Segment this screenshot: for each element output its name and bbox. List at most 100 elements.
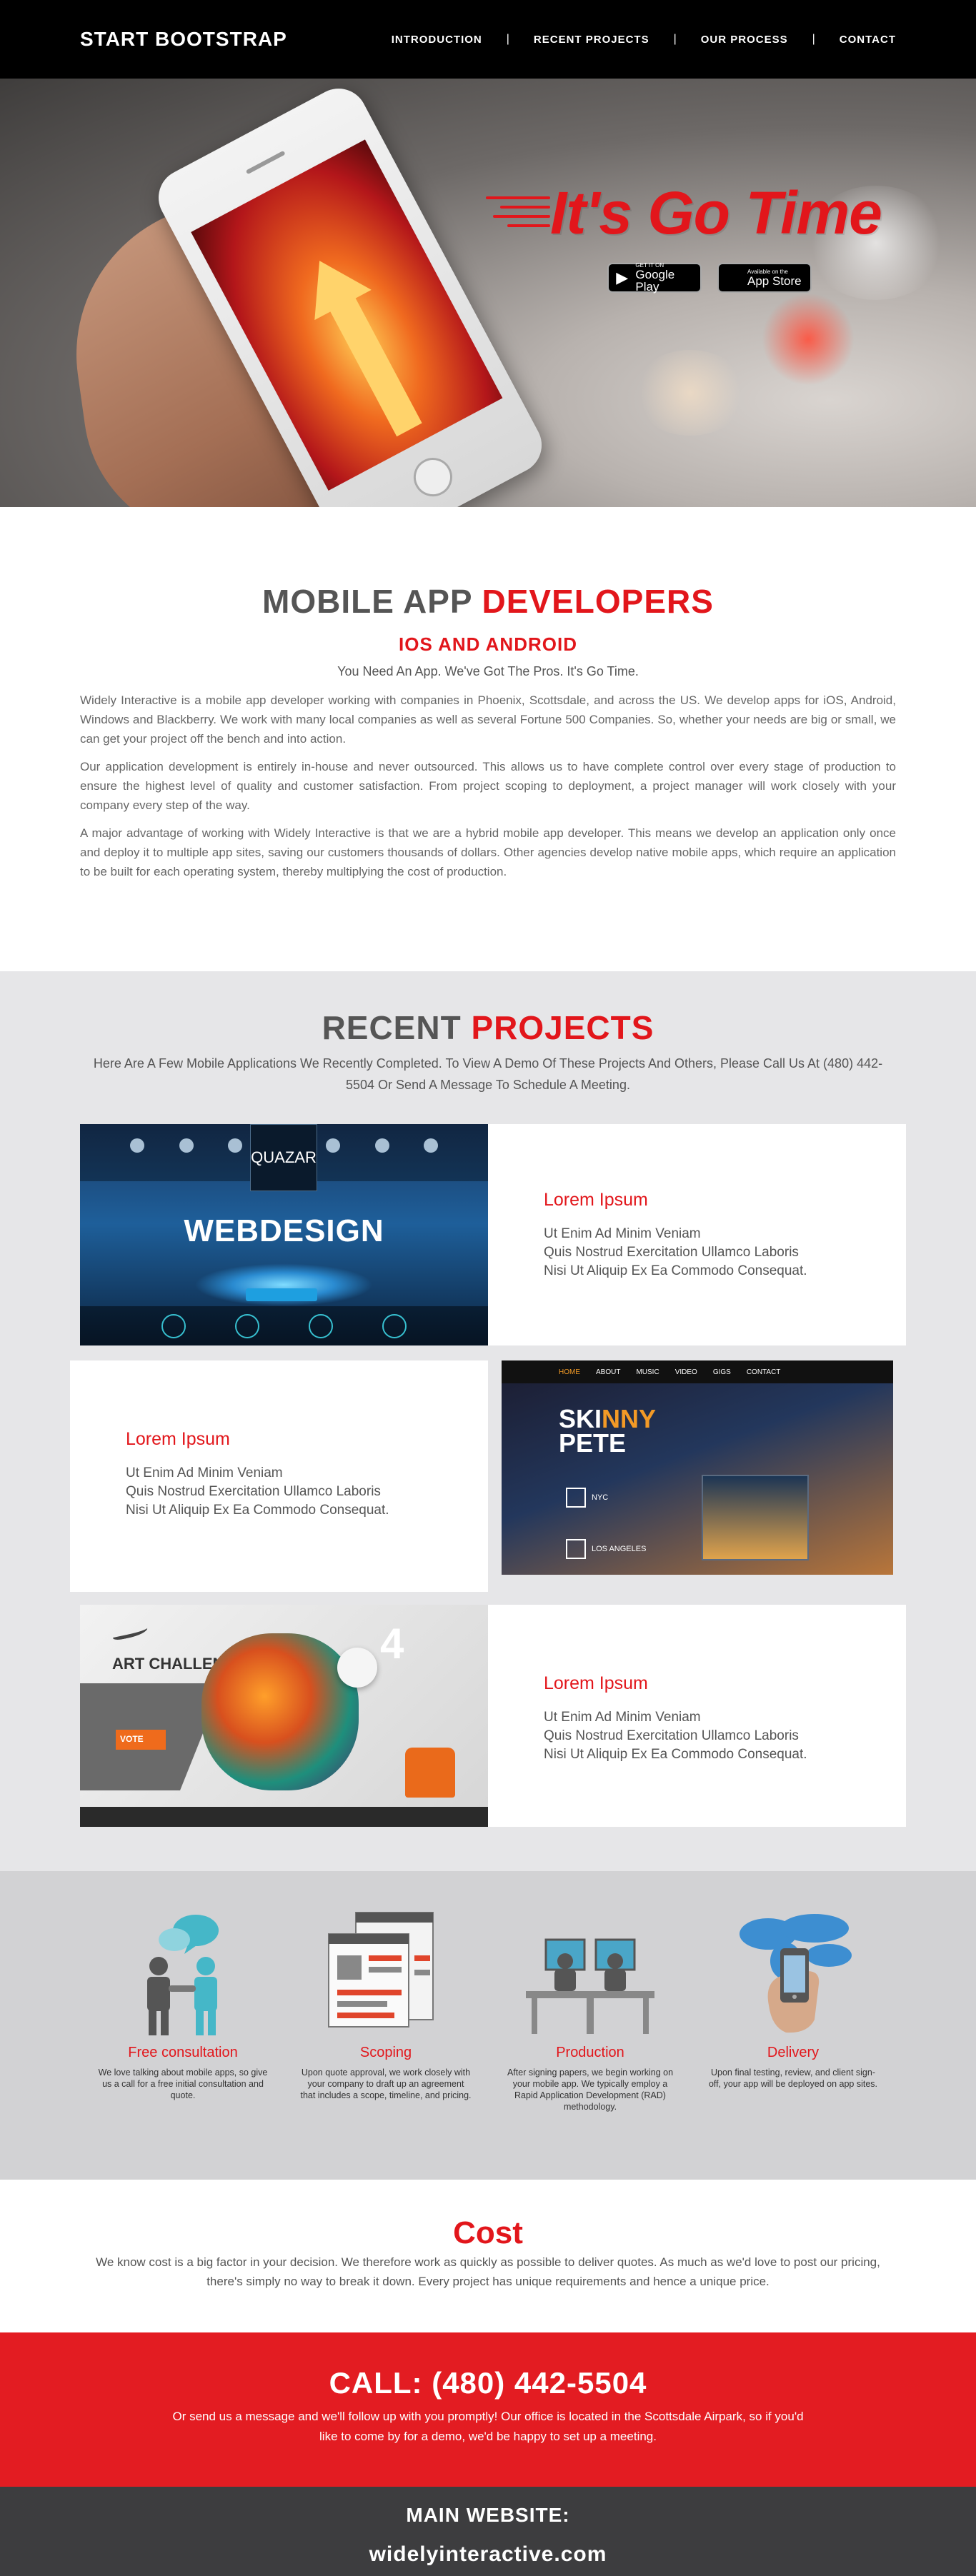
project-title: Lorem Ipsum xyxy=(544,1190,648,1210)
footer: MAIN WEBSITE: widelyinteractive.com xyxy=(0,2487,976,2576)
thumb-nav-item: MUSIC xyxy=(636,1368,659,1376)
project-line: Ut Enim Ad Minim Veniam xyxy=(544,1226,701,1241)
hero-banner: It's Go Time ▶ GET IT ON Google Play Ava… xyxy=(0,79,976,507)
event-city: NYC xyxy=(592,1493,609,1502)
badge-big-text: App Store xyxy=(747,274,802,288)
thumb-nav-item: GIGS xyxy=(712,1368,731,1376)
bokeh-light xyxy=(633,350,747,436)
cost-section: Cost We know cost is a big factor in you… xyxy=(0,2180,976,2332)
hero-tagline: It's Go Time xyxy=(550,179,882,246)
cost-title: Cost xyxy=(453,2215,523,2250)
thumb-vote-badge: VOTE xyxy=(116,1730,166,1750)
soccer-ball-icon xyxy=(337,1648,377,1688)
nav-item-contact[interactable]: CONTACT xyxy=(840,34,896,46)
call-section: CALL: (480) 442-5504 Or send us a messag… xyxy=(0,2332,976,2487)
process-step-consultation: Free consultation We love talking about … xyxy=(97,1905,269,2101)
about-title-highlight: DEVELOPERS xyxy=(482,583,714,620)
play-triangle-icon: ▶ xyxy=(616,269,629,286)
nav-item-introduction[interactable]: INTRODUCTION xyxy=(392,34,482,46)
project-title: Lorem Ipsum xyxy=(126,1429,230,1449)
phone-speaker xyxy=(245,150,286,175)
nav-separator: | xyxy=(673,33,677,45)
thumb-nav-item: HOME xyxy=(559,1368,580,1376)
consultation-illustration xyxy=(97,1905,269,2038)
about-paragraphs: Widely Interactive is a mobile app devel… xyxy=(80,691,896,890)
top-navbar: START BOOTSTRAP INTRODUCTION | RECENT PR… xyxy=(0,0,976,79)
people-talking-icon xyxy=(147,1915,219,2035)
vote-label: VOTE xyxy=(120,1734,144,1744)
step-title: Production xyxy=(556,2045,624,2060)
production-illustration xyxy=(504,1905,676,2038)
about-paragraph: A major advantage of working with Widely… xyxy=(80,826,896,878)
thumb-album-art xyxy=(702,1475,809,1560)
app-store-badge[interactable]: Available on the App Store xyxy=(717,263,812,293)
thumb-character-illustration xyxy=(201,1633,359,1790)
thumb-nav-bar: HOME ABOUT MUSIC VIDEO GIGS CONTACT xyxy=(502,1360,893,1383)
thumb-event: LOS ANGELES xyxy=(566,1539,694,1559)
phone-home-button xyxy=(407,451,459,503)
step-title: Scoping xyxy=(359,2045,412,2060)
thumb-nav-item: ABOUT xyxy=(596,1368,621,1376)
developers-at-desk-icon xyxy=(526,1938,654,2034)
about-paragraph: Our application development is entirely … xyxy=(80,760,896,812)
project-line: Quis Nostrud Exercitation Ullamco Labori… xyxy=(126,1484,381,1499)
about-title-part: MOBILE APP xyxy=(262,583,472,620)
brand-link[interactable]: START BOOTSTRAP xyxy=(80,28,287,51)
project-line: Nisi Ut Aliquip Ex Ea Commodo Consequat. xyxy=(544,1263,807,1278)
quazar-logo: QUAZAR xyxy=(250,1124,317,1191)
footer-label: MAIN WEBSITE: xyxy=(406,2504,570,2526)
scoping-illustration xyxy=(300,1905,472,2038)
process-step-scoping: Scoping Upon quote approval, we work clo… xyxy=(300,1905,472,2101)
jersey-icon xyxy=(405,1748,455,1798)
process-step-delivery: Delivery Upon final testing, review, and… xyxy=(707,1905,879,2090)
document-wireframe-icon xyxy=(328,1912,434,2028)
delivery-illustration xyxy=(707,1905,879,2038)
arrow-shaft xyxy=(329,296,422,437)
about-paragraph: Widely Interactive is a mobile app devel… xyxy=(80,693,896,746)
project-title: Lorem Ipsum xyxy=(544,1673,648,1693)
call-title[interactable]: CALL: (480) 442-5504 xyxy=(0,2366,976,2400)
projects-title: RECENT PROJECTS xyxy=(0,1008,976,1047)
nav-separator: | xyxy=(812,33,815,45)
nav-item-recent-projects[interactable]: RECENT PROJECTS xyxy=(534,34,649,46)
step-text: Upon final testing, review, and client s… xyxy=(708,2068,878,2089)
projects-title-highlight: PROJECTS xyxy=(471,1009,654,1046)
about-subtitle: IOS AND ANDROID xyxy=(399,633,577,655)
nav-item-our-process[interactable]: OUR PROCESS xyxy=(701,34,788,46)
project-card: Lorem Ipsum Ut Enim Ad Minim Veniam Quis… xyxy=(488,1124,906,1345)
project-line: Nisi Ut Aliquip Ex Ea Commodo Consequat. xyxy=(126,1503,389,1518)
thumb-nav-item: VIDEO xyxy=(674,1368,697,1376)
project-line: Ut Enim Ad Minim Veniam xyxy=(126,1465,283,1480)
projects-title-part: RECENT xyxy=(322,1009,462,1046)
thumb-button xyxy=(246,1288,317,1301)
footer-website-link[interactable]: widelyinteractive.com xyxy=(0,2542,976,2567)
step-text: Upon quote approval, we work closely wit… xyxy=(300,2068,472,2100)
call-text: Or send us a message and we'll follow up… xyxy=(172,2410,804,2443)
project-card: Lorem Ipsum Ut Enim Ad Minim Veniam Quis… xyxy=(70,1360,488,1592)
process-step-production: Production After signing papers, we begi… xyxy=(504,1905,676,2113)
google-play-badge[interactable]: ▶ GET IT ON Google Play xyxy=(607,263,702,293)
thumb-headline: WEBDESIGN xyxy=(184,1213,384,1248)
project-line: Quis Nostrud Exercitation Ullamco Labori… xyxy=(544,1245,799,1260)
process-section: Free consultation We love talking about … xyxy=(0,1871,976,2180)
phone-world-map-icon xyxy=(740,1914,852,2033)
speed-lines-icon xyxy=(486,196,557,239)
project-line: Nisi Ut Aliquip Ex Ea Commodo Consequat. xyxy=(544,1747,807,1762)
step-title: Free consultation xyxy=(128,2045,238,2060)
swoosh-logo-icon xyxy=(111,1623,149,1642)
store-badges: ▶ GET IT ON Google Play Available on the… xyxy=(607,263,812,293)
project-thumbnail-quazar[interactable]: QUAZAR WEBDESIGN xyxy=(80,1124,488,1345)
project-thumbnail-art-challenge[interactable]: ART CHALLENGE 2.0 VOTE 4 xyxy=(80,1605,488,1827)
project-card: Lorem Ipsum Ut Enim Ad Minim Veniam Quis… xyxy=(488,1605,906,1827)
badge-big-text: Google Play xyxy=(635,268,675,294)
cost-text: We know cost is a big factor in your dec… xyxy=(96,2255,880,2288)
bokeh-light xyxy=(762,293,855,386)
nav-separator: | xyxy=(506,33,509,45)
thumb-nav-item: CONTACT xyxy=(746,1368,781,1376)
about-section: MOBILE APP DEVELOPERS IOS AND ANDROID Yo… xyxy=(0,507,976,971)
nav-menu: INTRODUCTION | RECENT PROJECTS | OUR PRO… xyxy=(392,33,896,46)
project-thumbnail-skinny-pete[interactable]: HOME ABOUT MUSIC VIDEO GIGS CONTACT SKIN… xyxy=(502,1360,893,1575)
step-text: We love talking about mobile apps, so gi… xyxy=(98,2068,268,2100)
projects-intro: Here Are A Few Mobile Applications We Re… xyxy=(93,1056,883,1092)
event-city: LOS ANGELES xyxy=(592,1544,647,1553)
